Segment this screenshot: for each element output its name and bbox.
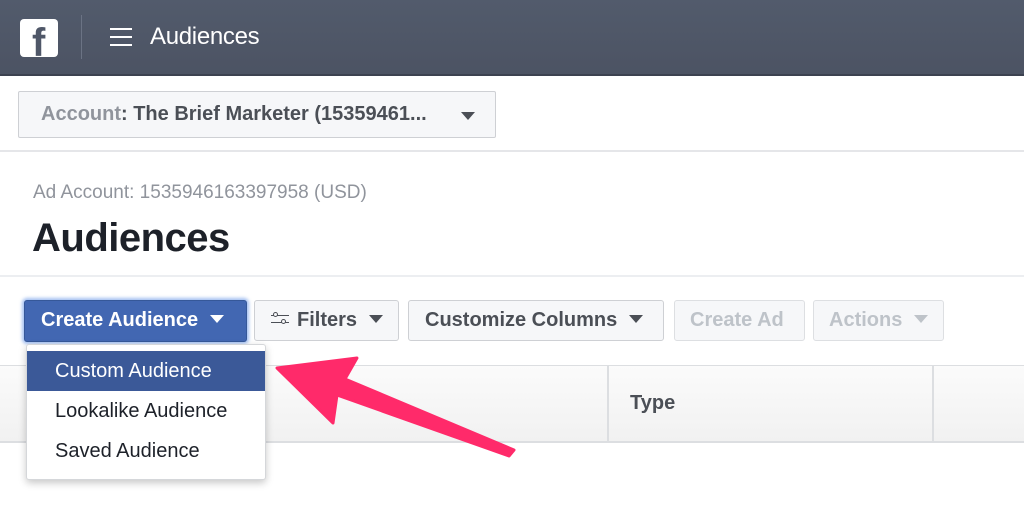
create-audience-menu: Custom Audience Lookalike Audience Saved…: [26, 344, 266, 480]
caret-down-icon: [368, 315, 383, 324]
filters-button[interactable]: Filters: [254, 300, 399, 341]
account-label: Account: [41, 103, 121, 125]
app-title: Audiences: [150, 23, 260, 50]
customize-columns-label: Customize Columns: [425, 309, 618, 331]
caret-down-icon: [461, 112, 475, 120]
account-selector-dropdown[interactable]: Account: The Brief Marketer (15359461...: [18, 91, 496, 138]
column-header-type[interactable]: Type: [630, 392, 675, 415]
caret-down-icon: [913, 315, 928, 324]
column-separator[interactable]: [932, 366, 934, 442]
facebook-logo-icon[interactable]: f: [20, 19, 58, 57]
account-value: The Brief Marketer (15359461...: [133, 103, 427, 125]
hamburger-menu-icon[interactable]: [110, 28, 132, 46]
top-navigation-bar: f Audiences: [0, 0, 1024, 76]
page-title: Audiences: [32, 216, 230, 260]
account-separator: :: [121, 103, 134, 125]
create-ad-button[interactable]: Create Ad: [674, 300, 805, 341]
menu-item-lookalike-audience[interactable]: Lookalike Audience: [27, 391, 265, 431]
caret-down-icon: [209, 315, 224, 324]
menu-item-saved-audience[interactable]: Saved Audience: [27, 431, 265, 471]
customize-columns-button[interactable]: Customize Columns: [408, 300, 664, 341]
column-separator[interactable]: [607, 366, 609, 442]
caret-down-icon: [628, 315, 643, 324]
header-divider: [0, 275, 1024, 277]
filter-sliders-icon: [271, 311, 289, 326]
create-ad-label: Create Ad: [690, 309, 784, 331]
topbar-divider: [81, 15, 82, 59]
actions-label: Actions: [829, 309, 903, 331]
create-audience-button[interactable]: Create Audience: [24, 300, 247, 342]
actions-button[interactable]: Actions: [813, 300, 944, 341]
menu-item-custom-audience[interactable]: Custom Audience: [27, 351, 265, 391]
create-audience-label: Create Audience: [41, 309, 199, 331]
filters-label: Filters: [297, 309, 358, 331]
account-row: Account: The Brief Marketer (15359461...: [0, 78, 1024, 152]
ad-account-id: Ad Account: 1535946163397958 (USD): [33, 182, 367, 203]
